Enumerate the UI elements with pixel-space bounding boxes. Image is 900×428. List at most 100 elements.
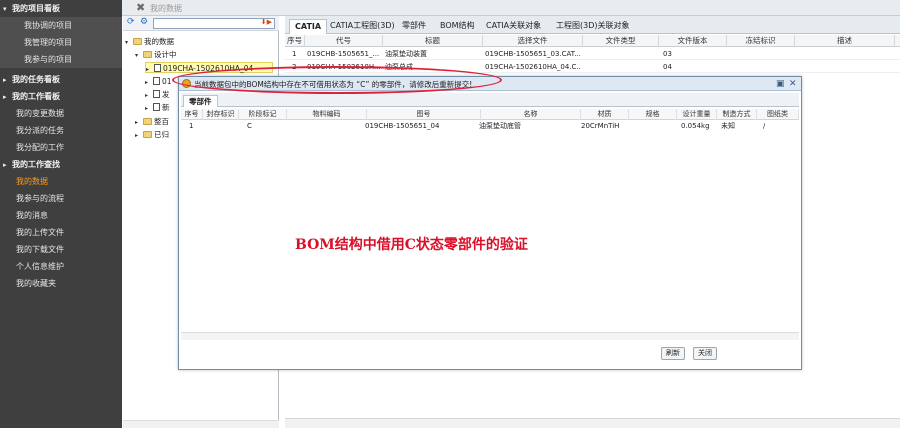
column-header[interactable]: 材质: [581, 109, 629, 120]
tree-node-designing[interactable]: ▾ 设计中: [135, 49, 177, 60]
tools-icon: ✖: [136, 1, 146, 14]
nav-item-change-data[interactable]: 我的变更数据: [0, 105, 122, 122]
tree-node-root[interactable]: ▾ 我的数据: [125, 36, 174, 47]
grid-horizontal-scrollbar[interactable]: [285, 418, 900, 428]
tree-node-folder[interactable]: ▸ 整百: [135, 116, 169, 127]
column-header[interactable]: 图号: [367, 109, 481, 120]
refresh-button[interactable]: 刷新: [661, 347, 685, 360]
tab-bar: CATIA CATIA工程图(3D) 零部件 BOM结构 CATIA关联对象 工…: [285, 16, 900, 34]
cell-material: 20CrMnTiH: [581, 122, 620, 130]
cell-drawing-type: /: [763, 122, 766, 130]
dialog-tab-bar: 零部件: [181, 93, 799, 107]
expand-icon[interactable]: ▸: [145, 77, 153, 88]
folder-icon: [143, 131, 152, 138]
tree-node-item[interactable]: ▸ 01: [145, 76, 172, 87]
tab-parts[interactable]: 零部件: [397, 19, 431, 34]
nav-section-projects[interactable]: ▾ 我的项目看板: [0, 0, 122, 17]
nav-item-assigned-work[interactable]: 我分配的工作: [0, 139, 122, 156]
column-header[interactable]: 图纸类: [757, 109, 799, 120]
cell-index: 1: [189, 122, 194, 130]
cell-file[interactable]: 019CHB-1505651_03.CAT...: [485, 48, 581, 60]
folder-icon: [143, 51, 152, 58]
expand-icon[interactable]: ▸: [135, 117, 143, 128]
nav-item-my-uploads[interactable]: 我的上传文件: [0, 224, 122, 241]
refresh-icon[interactable]: ⟳: [127, 17, 135, 27]
nav-item-managed-projects[interactable]: 我管理的项目: [0, 34, 122, 51]
column-header[interactable]: 标题: [383, 35, 483, 47]
tree-node-item[interactable]: ▸ 发: [145, 89, 170, 100]
collapse-icon[interactable]: ▾: [125, 37, 133, 48]
cell-name: 油泵垫动底管: [479, 122, 521, 130]
tab-drawing-related[interactable]: 工程图(3D)关联对象: [551, 19, 635, 34]
nav-item-my-downloads[interactable]: 我的下载文件: [0, 241, 122, 258]
column-header[interactable]: 规格: [629, 109, 677, 120]
column-header[interactable]: 文件版本: [659, 35, 727, 47]
top-toolbar: ✖ 我的数据: [122, 0, 900, 16]
column-header[interactable]: 设计重量: [677, 109, 717, 120]
tab-dialog-parts[interactable]: 零部件: [183, 95, 218, 107]
document-icon: [153, 103, 160, 111]
highlight-oval: [172, 66, 502, 94]
cell-title: 油泵垫动装置: [385, 50, 427, 58]
document-icon: [154, 64, 161, 72]
folder-icon: [143, 118, 152, 125]
nav-item-participated-projects[interactable]: 我参与的项目: [0, 51, 122, 68]
column-header[interactable]: 冻结标识: [727, 35, 795, 47]
expand-icon[interactable]: ▸: [145, 103, 153, 114]
tree-search-input[interactable]: ⬇▶: [153, 18, 275, 29]
column-header[interactable]: 制造方式: [717, 109, 757, 120]
chevron-right-icon: ▸: [3, 161, 7, 169]
cell-weight: 0.054kg: [681, 122, 710, 130]
search-icon[interactable]: ⬇▶: [261, 18, 272, 26]
tree-horizontal-scrollbar[interactable]: [123, 420, 279, 428]
tree-node-folder[interactable]: ▸ 已归: [135, 129, 169, 140]
column-header[interactable]: 序号: [285, 35, 305, 47]
nav-section-work[interactable]: ▸ 我的工作看板: [0, 88, 122, 105]
nav-item-profile[interactable]: 个人信息维护: [0, 258, 122, 275]
expand-icon[interactable]: ▸: [135, 130, 143, 141]
nav-section-work-query[interactable]: ▸ 我的工作查找: [0, 156, 122, 173]
table-row[interactable]: 1 019CHB-1505651_... 油泵垫动装置 019CHB-15056…: [285, 48, 900, 60]
expand-icon[interactable]: ▸: [145, 90, 153, 101]
collapse-icon[interactable]: ▾: [135, 50, 143, 61]
nav-item-my-messages[interactable]: 我的消息: [0, 207, 122, 224]
cell-manufacture: 未知: [721, 122, 735, 130]
column-header[interactable]: 阶段标记: [239, 109, 287, 120]
column-header[interactable]: 名称: [481, 109, 581, 120]
column-header[interactable]: 选择文件: [483, 35, 583, 47]
column-header[interactable]: 物料编码: [287, 109, 367, 120]
cell-file[interactable]: 019CHA-1502610HA_04.C...: [485, 61, 581, 73]
expand-icon[interactable]: ▸: [146, 64, 154, 75]
nav-item-assigned-tasks[interactable]: 我分派的任务: [0, 122, 122, 139]
column-header[interactable]: 序号: [181, 109, 203, 120]
table-row[interactable]: 1 C 019CHB-1505651_04 油泵垫动底管 20CrMnTiH 0…: [181, 121, 799, 132]
nav-item-coordinated-projects[interactable]: 我协调的项目: [0, 17, 122, 34]
nav-item-my-data[interactable]: 我的数据: [0, 173, 122, 190]
close-button[interactable]: 关闭: [693, 347, 717, 360]
bom-validation-dialog: 当前数据包中的BOM结构中存在不可借用状态为 “C” 的零部件，请修改后重新提交…: [178, 76, 802, 370]
dialog-horizontal-scrollbar[interactable]: [181, 332, 799, 340]
document-icon: [153, 77, 160, 85]
tab-catia-related[interactable]: CATIA关联对象: [481, 19, 546, 34]
cell-version: 03: [663, 50, 672, 58]
dialog-grid-header: 序号 封存标识 阶段标记 物料编码 图号 名称 材质 规格 设计重量 制造方式 …: [181, 109, 799, 120]
tab-bom[interactable]: BOM结构: [435, 19, 480, 34]
tree-node-item[interactable]: ▸ 新: [145, 102, 170, 113]
nav-item-favorites[interactable]: 我的收藏夹: [0, 275, 122, 292]
tree-toolbar: ⟳ ⚙ ⬇▶: [123, 16, 279, 31]
tab-catia[interactable]: CATIA: [289, 19, 328, 34]
tree-settings-icon[interactable]: ⚙: [140, 17, 148, 27]
tab-catia-drawing[interactable]: CATIA工程图(3D): [325, 19, 400, 34]
nav-item-my-processes[interactable]: 我参与的流程: [0, 190, 122, 207]
chevron-right-icon: ▸: [3, 93, 7, 101]
column-header[interactable]: 描述: [795, 35, 895, 47]
column-header[interactable]: 封存标识: [203, 109, 239, 120]
column-header[interactable]: 文件类型: [583, 35, 659, 47]
nav-section-tasks[interactable]: ▸ 我的任务看板: [0, 71, 122, 88]
document-icon: [153, 90, 160, 98]
cell-code: 019CHB-1505651_...: [307, 50, 380, 58]
close-icon[interactable]: ✕: [789, 78, 797, 90]
maximize-icon[interactable]: ▣: [776, 78, 785, 90]
cell-stage: C: [247, 122, 252, 130]
column-header[interactable]: 代号: [305, 35, 383, 47]
